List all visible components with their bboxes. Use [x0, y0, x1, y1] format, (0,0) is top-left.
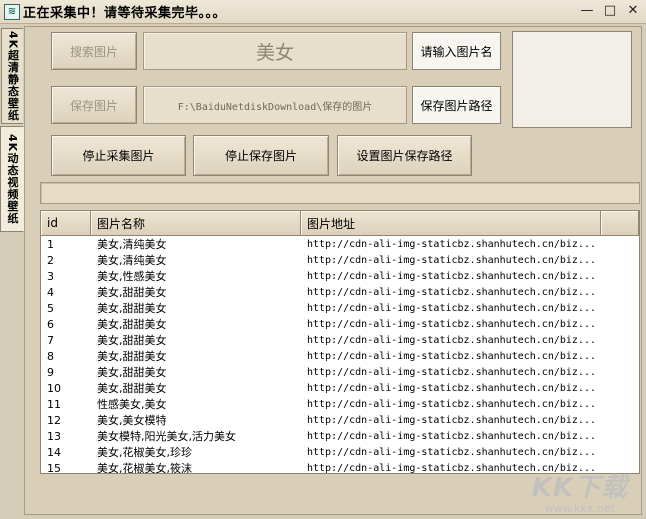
table-row[interactable]: 2 美女,清纯美女 http://cdn-ali-img-staticbz.shan…	[41, 252, 639, 268]
row-id: 9	[47, 365, 54, 379]
column-header-id[interactable]: id	[41, 211, 91, 235]
row-name: 美女,甜甜美女	[97, 318, 167, 331]
tab-video-wallpaper[interactable]: 4K动态视频壁纸	[0, 126, 24, 232]
row-name: 性感美女,美女	[97, 398, 167, 411]
image-table[interactable]: id 图片名称 图片地址 1 美女,清纯美女 http://cdn-ali-img-…	[40, 210, 640, 476]
row-id: 8	[47, 349, 54, 363]
title-bar[interactable]: ≋ 正在采集中！请等待采集完毕。。。 — □ ✕	[0, 0, 646, 24]
row-url: http://cdn-ali-img-staticbz.shanhutech.c…	[307, 366, 596, 378]
row-url: http://cdn-ali-img-staticbz.shanhutech.c…	[307, 286, 596, 298]
row-url: http://cdn-ali-img-staticbz.shanhutech.c…	[307, 318, 596, 330]
save-path-button[interactable]: 保存图片路径	[412, 86, 501, 124]
keyword-input[interactable]: 美女	[143, 32, 407, 70]
column-header-url[interactable]: 图片地址	[301, 211, 601, 235]
row-url: http://cdn-ali-img-staticbz.shanhutech.c…	[307, 254, 596, 266]
set-save-path-button[interactable]: 设置图片保存路径	[337, 135, 472, 176]
row-id: 6	[47, 317, 54, 331]
row-id: 11	[47, 397, 61, 411]
row-name: 美女,性感美女	[97, 270, 167, 283]
row-id: 14	[47, 445, 61, 459]
table-row[interactable]: 14 美女,花椒美女,珍珍 http://cdn-ali-img-staticbz.…	[41, 444, 639, 460]
row-url: http://cdn-ali-img-staticbz.shanhutech.c…	[307, 430, 596, 442]
row-url: http://cdn-ali-img-staticbz.shanhutech.c…	[307, 270, 596, 282]
side-tabs: 4K超清静态壁纸 4K动态视频壁纸	[0, 26, 24, 516]
watermark-logo: KK下载	[531, 473, 628, 503]
row-id: 12	[47, 413, 61, 427]
watermark-url: www.kkx.net	[544, 502, 615, 515]
table-row[interactable]: 1 美女,清纯美女 http://cdn-ali-img-staticbz.shan…	[41, 236, 639, 252]
row-name: 美女,美女模特	[97, 414, 167, 427]
app-icon: ≋	[4, 3, 20, 20]
table-row[interactable]: 5 美女,甜甜美女 http://cdn-ali-img-staticbz.shan…	[41, 300, 639, 316]
row-id: 15	[47, 461, 61, 475]
row-id: 7	[47, 333, 54, 347]
column-header-name[interactable]: 图片名称	[91, 211, 301, 235]
row-id: 3	[47, 269, 54, 283]
table-row[interactable]: 6 美女,甜甜美女 http://cdn-ali-img-staticbz.shan…	[41, 316, 639, 332]
row-id: 5	[47, 301, 54, 315]
row-name: 美女,甜甜美女	[97, 286, 167, 299]
search-image-button[interactable]: 搜索图片	[51, 32, 137, 70]
table-row[interactable]: 9 美女,甜甜美女 http://cdn-ali-img-staticbz.shan…	[41, 364, 639, 380]
row-name: 美女,甜甜美女	[97, 382, 167, 395]
stop-save-button[interactable]: 停止保存图片	[193, 135, 329, 176]
table-row[interactable]: 7 美女,甜甜美女 http://cdn-ali-img-staticbz.shan…	[41, 332, 639, 348]
row-name: 美女,花椒美女,筱沫	[97, 462, 192, 475]
table-row[interactable]: 11 性感美女,美女 http://cdn-ali-img-staticbz.sha…	[41, 396, 639, 412]
row-name: 美女,花椒美女,珍珍	[97, 446, 192, 459]
table-body: 1 美女,清纯美女 http://cdn-ali-img-staticbz.shan…	[41, 236, 639, 476]
row-name: 美女模特,阳光美女,活力美女	[97, 430, 236, 443]
row-id: 1	[47, 237, 54, 251]
save-path-input[interactable]: F:\BaiduNetdiskDownload\保存的图片	[143, 86, 407, 124]
row-url: http://cdn-ali-img-staticbz.shanhutech.c…	[307, 446, 596, 458]
row-url: http://cdn-ali-img-staticbz.shanhutech.c…	[307, 398, 596, 410]
save-image-button[interactable]: 保存图片	[51, 86, 137, 124]
row-name: 美女,甜甜美女	[97, 302, 167, 315]
table-row[interactable]: 12 美女,美女模特 http://cdn-ali-img-staticbz.sha…	[41, 412, 639, 428]
close-icon[interactable]: ✕	[626, 3, 640, 19]
progress-bar	[40, 182, 640, 204]
minimize-icon[interactable]: —	[580, 3, 594, 19]
stop-collect-button[interactable]: 停止采集图片	[51, 135, 186, 176]
window-controls: — □ ✕	[580, 3, 640, 19]
row-name: 美女,清纯美女	[97, 254, 167, 267]
row-id: 4	[47, 285, 54, 299]
row-id: 2	[47, 253, 54, 267]
watermark: KK下载 www.kkx.net	[532, 467, 628, 515]
row-id: 10	[47, 381, 61, 395]
maximize-icon[interactable]: □	[603, 3, 617, 19]
row-name: 美女,清纯美女	[97, 238, 167, 251]
row-url: http://cdn-ali-img-staticbz.shanhutech.c…	[307, 350, 596, 362]
table-header: id 图片名称 图片地址	[41, 211, 639, 236]
row-url: http://cdn-ali-img-staticbz.shanhutech.c…	[307, 302, 596, 314]
table-row[interactable]: 3 美女,性感美女 http://cdn-ali-img-staticbz.shan…	[41, 268, 639, 284]
window-title: 正在采集中！请等待采集完毕。。。	[23, 6, 227, 21]
row-name: 美女,甜甜美女	[97, 334, 167, 347]
row-url: http://cdn-ali-img-staticbz.shanhutech.c…	[307, 414, 596, 426]
table-row[interactable]: 8 美女,甜甜美女 http://cdn-ali-img-staticbz.shan…	[41, 348, 639, 364]
row-url: http://cdn-ali-img-staticbz.shanhutech.c…	[307, 382, 596, 394]
row-url: http://cdn-ali-img-staticbz.shanhutech.c…	[307, 238, 596, 250]
tab-static-wallpaper[interactable]: 4K超清静态壁纸	[1, 28, 23, 124]
input-image-name-button[interactable]: 请输入图片名	[412, 32, 501, 70]
image-preview	[512, 31, 632, 128]
row-url: http://cdn-ali-img-staticbz.shanhutech.c…	[307, 334, 596, 346]
table-row[interactable]: 13 美女模特,阳光美女,活力美女 http://cdn-ali-img-stati…	[41, 428, 639, 444]
table-row[interactable]: 10 美女,甜甜美女 http://cdn-ali-img-staticbz.sha…	[41, 380, 639, 396]
main-panel: 搜索图片 美女 请输入图片名 保存图片 F:\BaiduNetdiskDownl…	[24, 26, 642, 515]
table-row[interactable]: 4 美女,甜甜美女 http://cdn-ali-img-staticbz.shan…	[41, 284, 639, 300]
row-id: 13	[47, 429, 61, 443]
column-header-filler	[601, 211, 639, 235]
row-name: 美女,甜甜美女	[97, 350, 167, 363]
row-name: 美女,甜甜美女	[97, 366, 167, 379]
